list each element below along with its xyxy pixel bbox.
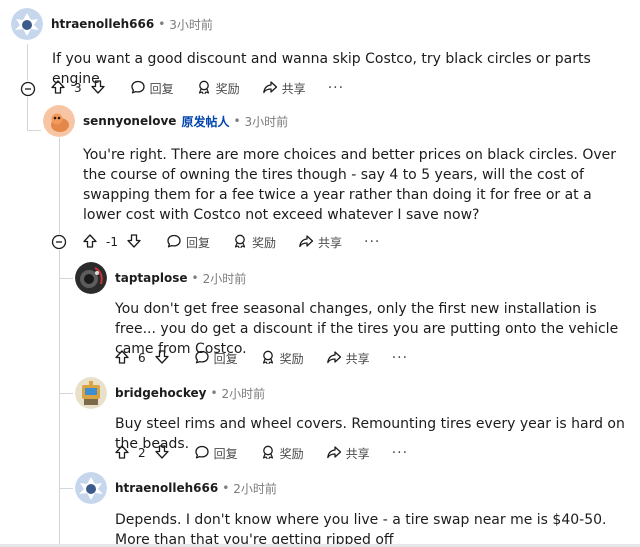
comment-body: You're right. There are more choices and… [83, 147, 616, 223]
thread-line-op-children [59, 250, 60, 547]
more-options-icon[interactable]: ··· [392, 350, 408, 366]
comment-author[interactable]: taptaplose [115, 271, 188, 285]
upvote-icon[interactable] [114, 444, 130, 463]
downvote-icon[interactable] [126, 233, 142, 252]
comment-timestamp[interactable]: 2小时前 [233, 480, 277, 497]
award-label: 奖励 [279, 351, 304, 366]
comment-header: taptaplose • 2小时前 [75, 262, 246, 294]
comment-bubble-icon [194, 349, 210, 368]
reply-label: 回复 [213, 351, 238, 366]
reply-button[interactable]: 回复 [130, 79, 174, 98]
upvote-icon[interactable] [50, 79, 66, 98]
vote-count: -1 [106, 235, 118, 249]
share-icon [298, 233, 314, 252]
comment-timestamp[interactable]: 2小时前 [203, 270, 247, 287]
share-button[interactable]: 共享 [326, 349, 370, 368]
thread-connector [27, 130, 41, 131]
photo-avatar-icon[interactable] [75, 262, 107, 294]
meta-separator: • [233, 114, 241, 128]
comment-bubble-icon [130, 79, 146, 98]
more-options-icon[interactable]: ··· [392, 445, 408, 461]
share-label: 共享 [318, 235, 343, 250]
reply-button[interactable]: 回复 [194, 349, 238, 368]
comment-bubble-icon [166, 233, 182, 252]
vote-count: 3 [74, 81, 82, 95]
comment-actions: -1 回复 奖励 共享 ··· [82, 228, 380, 256]
downvote-icon[interactable] [90, 79, 106, 98]
award-icon [260, 349, 276, 368]
comment-header: sennyonelove 原发帖人 • 3小时前 [43, 105, 288, 137]
share-button[interactable]: 共享 [298, 233, 342, 252]
share-button[interactable]: 共享 [326, 444, 370, 463]
share-label: 共享 [281, 81, 306, 96]
award-icon [260, 444, 276, 463]
award-button[interactable]: 奖励 [232, 233, 276, 252]
reply-button[interactable]: 回复 [166, 233, 210, 252]
snoo-avatar-icon[interactable] [11, 8, 43, 40]
more-options-icon[interactable]: ··· [328, 80, 344, 96]
comment-timestamp[interactable]: 2小时前 [222, 385, 266, 402]
thread-line-root-branch [27, 96, 28, 130]
reply-button[interactable]: 回复 [194, 444, 238, 463]
comment-bubble-icon [194, 444, 210, 463]
share-icon [326, 444, 342, 463]
award-label: 奖励 [279, 446, 304, 461]
award-icon [232, 233, 248, 252]
meta-separator: • [210, 386, 218, 400]
comment-header: htraenolleh666 • 2小时前 [75, 472, 277, 504]
reply-label: 回复 [185, 235, 210, 250]
downvote-icon[interactable] [154, 444, 170, 463]
vote-group: 2 [114, 444, 170, 463]
op-badge: 原发帖人 [181, 114, 230, 129]
meta-separator: • [191, 271, 199, 285]
comment-author[interactable]: htraenolleh666 [51, 17, 154, 31]
reply-label: 回复 [149, 81, 174, 96]
upvote-icon[interactable] [114, 349, 130, 368]
vote-group: -1 [82, 233, 142, 252]
award-button[interactable]: 奖励 [260, 444, 304, 463]
reply-label: 回复 [213, 446, 238, 461]
downvote-icon[interactable] [154, 349, 170, 368]
vote-group: 3 [50, 79, 106, 98]
thread-connector [59, 393, 73, 394]
share-icon [326, 349, 342, 368]
collapse-thread-icon[interactable] [20, 81, 36, 97]
award-label: 奖励 [251, 235, 276, 250]
award-button[interactable]: 奖励 [196, 79, 240, 98]
share-label: 共享 [345, 446, 370, 461]
comment-actions: 2 回复 奖励 共享 ··· [114, 439, 408, 467]
meta-separator: • [158, 17, 166, 31]
vote-count: 6 [138, 351, 146, 365]
comment-author[interactable]: sennyonelove [83, 114, 176, 128]
vote-count: 2 [138, 446, 146, 460]
comment-body: Depends. I don't know where you live - a… [115, 512, 607, 547]
award-icon [196, 79, 212, 98]
comment-header: bridgehockey • 2小时前 [75, 377, 265, 409]
comment-timestamp[interactable]: 3小时前 [169, 16, 213, 33]
snoo-avatar-icon[interactable] [75, 472, 107, 504]
comment-actions: 3 回复 奖励 共享 ··· [50, 74, 344, 102]
vote-group: 6 [114, 349, 170, 368]
collapse-thread-icon[interactable] [51, 234, 67, 250]
comment-author[interactable]: bridgehockey [115, 386, 206, 400]
share-label: 共享 [345, 351, 370, 366]
award-button[interactable]: 奖励 [260, 349, 304, 368]
thread-line-root [27, 44, 28, 82]
upvote-icon[interactable] [82, 233, 98, 252]
robot-avatar-icon[interactable] [75, 377, 107, 409]
share-icon [262, 79, 278, 98]
orange-snoo-avatar-icon[interactable] [43, 105, 75, 137]
thread-line-op [59, 138, 60, 234]
comment-actions: 6 回复 奖励 共享 ··· [114, 344, 408, 372]
comment-author[interactable]: htraenolleh666 [115, 481, 218, 495]
award-label: 奖励 [215, 81, 240, 96]
share-button[interactable]: 共享 [262, 79, 306, 98]
thread-connector [59, 488, 73, 489]
more-options-icon[interactable]: ··· [364, 234, 380, 250]
comment-header: htraenolleh666 • 3小时前 [11, 8, 213, 40]
meta-separator: • [222, 481, 230, 495]
thread-connector [59, 278, 73, 279]
comment-timestamp[interactable]: 3小时前 [245, 113, 289, 130]
